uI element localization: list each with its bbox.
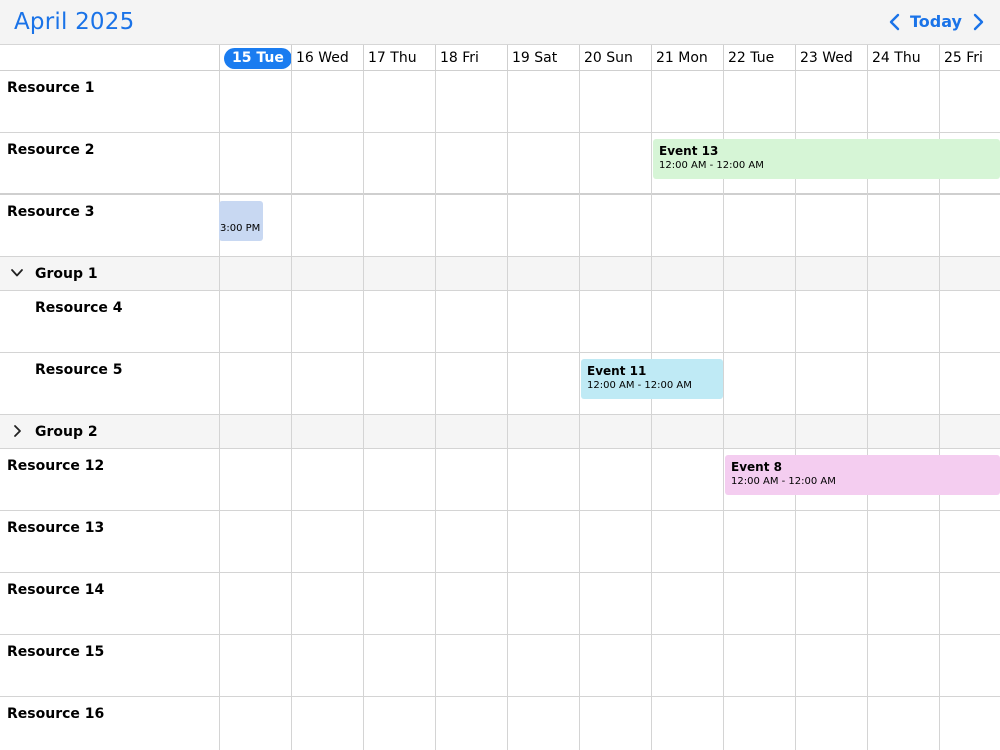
date-label: 18 Fri <box>440 50 479 66</box>
resource-row-resource-1[interactable]: Resource 1 <box>0 71 1000 133</box>
scheduler-toolbar: April 2025 Today <box>0 0 1000 44</box>
date-header-25-fri[interactable]: 25 Fri <box>939 45 1000 71</box>
resource-row-resource-13[interactable]: Resource 13 <box>0 511 1000 573</box>
event-time: 3:00 PM <box>220 223 261 234</box>
date-header-18-fri[interactable]: 18 Fri <box>435 45 507 71</box>
day-gridline <box>291 71 292 750</box>
day-gridline <box>363 71 364 750</box>
chevron-right-icon[interactable] <box>9 423 25 439</box>
event-event-13[interactable]: Event 13 12:00 AM - 12:00 AM <box>653 139 1000 179</box>
day-gridline <box>579 71 580 750</box>
date-header-17-thu[interactable]: 17 Thu <box>363 45 435 71</box>
event-title: Event 8 <box>731 460 782 474</box>
today-button[interactable]: Today <box>910 12 962 31</box>
date-label: 24 Thu <box>872 50 921 66</box>
group-label: Group 1 <box>35 266 98 282</box>
date-header-21-mon[interactable]: 21 Mon <box>651 45 723 71</box>
scheduler: April 2025 Today 15 Tue 16 Wed 17 Thu 18 Fr… <box>0 0 1000 750</box>
chevron-left-icon[interactable] <box>884 10 906 34</box>
chevron-down-icon[interactable] <box>9 265 25 281</box>
date-label: 22 Tue <box>728 50 775 66</box>
date-label: 21 Mon <box>656 50 708 66</box>
resource-row-resource-16[interactable]: Resource 16 <box>0 697 1000 750</box>
event-title: Event 11 <box>587 364 647 378</box>
date-label: 20 Sun <box>584 50 633 66</box>
resource-label: Resource 12 <box>7 458 105 474</box>
date-label: 23 Wed <box>800 50 853 66</box>
group-row-group-2[interactable]: Group 2 <box>0 415 1000 449</box>
resource-label: Resource 13 <box>7 520 105 536</box>
event-title: Event 13 <box>659 144 719 158</box>
date-header-23-wed[interactable]: 23 Wed <box>795 45 867 71</box>
date-header-15-tue[interactable]: 15 Tue <box>219 45 292 71</box>
event-event-8[interactable]: Event 8 12:00 AM - 12:00 AM <box>725 455 1000 495</box>
date-header-row: 15 Tue 16 Wed 17 Thu 18 Fri 19 Sat 20 Sun 21 M… <box>0 44 1000 71</box>
event-partial[interactable]: 3:00 PM <box>219 201 263 241</box>
date-label: 17 Thu <box>368 50 417 66</box>
day-gridline <box>435 71 436 750</box>
day-gridline <box>219 71 220 750</box>
date-label: 16 Wed <box>296 50 349 66</box>
date-header-19-sat[interactable]: 19 Sat <box>507 45 579 71</box>
date-header-24-thu[interactable]: 24 Thu <box>867 45 939 71</box>
chevron-right-icon[interactable] <box>967 10 989 34</box>
group-label: Group 2 <box>35 424 98 440</box>
group-row-group-1[interactable]: Group 1 <box>0 257 1000 291</box>
date-label: 25 Fri <box>944 50 983 66</box>
resource-row-resource-15[interactable]: Resource 15 <box>0 635 1000 697</box>
event-time: 12:00 AM - 12:00 AM <box>659 160 764 171</box>
resource-row-resource-5[interactable]: Resource 5 <box>0 353 1000 415</box>
resource-label: Resource 2 <box>7 142 95 158</box>
date-header-20-sun[interactable]: 20 Sun <box>579 45 651 71</box>
event-event-11[interactable]: Event 11 12:00 AM - 12:00 AM <box>581 359 723 399</box>
date-label: 19 Sat <box>512 50 558 66</box>
month-title[interactable]: April 2025 <box>14 9 134 35</box>
today-date-label: 15 Tue <box>224 48 292 69</box>
date-header-16-wed[interactable]: 16 Wed <box>291 45 363 71</box>
resource-label: Resource 3 <box>7 204 95 220</box>
timeline-grid: Resource 1 Resource 2 Resource 3 Group 1 Res… <box>0 71 1000 750</box>
resource-row-resource-4[interactable]: Resource 4 <box>0 291 1000 353</box>
resource-row-resource-14[interactable]: Resource 14 <box>0 573 1000 635</box>
day-gridline <box>651 71 652 750</box>
event-time: 12:00 AM - 12:00 AM <box>587 380 692 391</box>
resource-label: Resource 5 <box>35 362 123 378</box>
day-gridline <box>507 71 508 750</box>
date-header-22-tue[interactable]: 22 Tue <box>723 45 795 71</box>
resource-label: Resource 14 <box>7 582 105 598</box>
resource-row-resource-3[interactable]: Resource 3 <box>0 195 1000 257</box>
resource-label: Resource 15 <box>7 644 105 660</box>
resource-label: Resource 16 <box>7 706 105 722</box>
event-time: 12:00 AM - 12:00 AM <box>731 476 836 487</box>
resource-label: Resource 4 <box>35 300 123 316</box>
resource-label: Resource 1 <box>7 80 95 96</box>
